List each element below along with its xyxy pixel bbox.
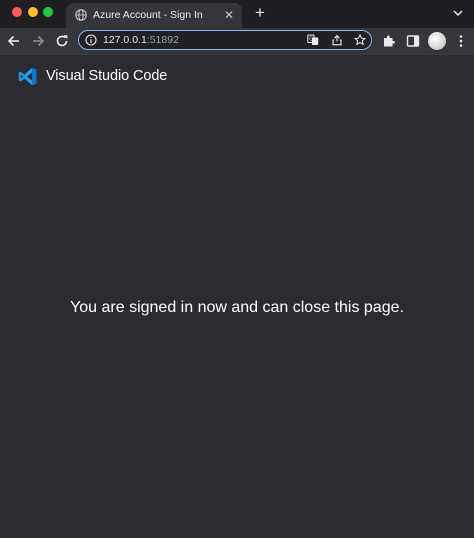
info-icon[interactable] <box>85 34 97 46</box>
share-icon[interactable] <box>331 34 343 46</box>
forward-arrow-icon[interactable] <box>30 33 46 49</box>
globe-icon <box>75 9 87 21</box>
bookmark-star-icon[interactable] <box>354 34 366 46</box>
url-text[interactable]: 127.0.0.1:51892 <box>103 34 179 46</box>
tab-azure-account[interactable]: Azure Account - Sign In ✕ <box>66 3 242 28</box>
side-panel-icon[interactable] <box>406 34 420 48</box>
url-host: 127.0.0.1 <box>103 34 147 46</box>
url-port: :51892 <box>146 34 179 46</box>
window-close-button[interactable] <box>12 7 22 17</box>
browser-toolbar: 127.0.0.1:51892 G <box>0 28 474 55</box>
tab-strip: Azure Account - Sign In ✕ + <box>0 0 474 28</box>
brand-name: Visual Studio Code <box>46 68 168 84</box>
chevron-down-icon[interactable] <box>452 8 464 18</box>
extensions-puzzle-icon[interactable] <box>382 34 396 48</box>
window-maximize-button[interactable] <box>43 7 53 17</box>
browser-window: Azure Account - Sign In ✕ + 127.0.0.1:51… <box>0 0 474 538</box>
vscode-logo-icon <box>18 67 37 86</box>
back-arrow-icon[interactable] <box>6 33 22 49</box>
page-content: Visual Studio Code You are signed in now… <box>0 55 474 538</box>
close-tab-icon[interactable]: ✕ <box>222 8 236 22</box>
address-bar[interactable]: 127.0.0.1:51892 G <box>78 30 372 50</box>
svg-text:G: G <box>309 37 313 43</box>
tab-title: Azure Account - Sign In <box>93 9 203 21</box>
profile-avatar[interactable] <box>428 32 446 50</box>
signed-in-message: You are signed in now and can close this… <box>70 299 404 316</box>
new-tab-button[interactable]: + <box>252 4 268 21</box>
window-minimize-button[interactable] <box>28 7 38 17</box>
more-menu-icon[interactable] <box>455 34 467 48</box>
translate-icon[interactable]: G <box>307 34 319 46</box>
reload-icon[interactable] <box>54 33 70 49</box>
